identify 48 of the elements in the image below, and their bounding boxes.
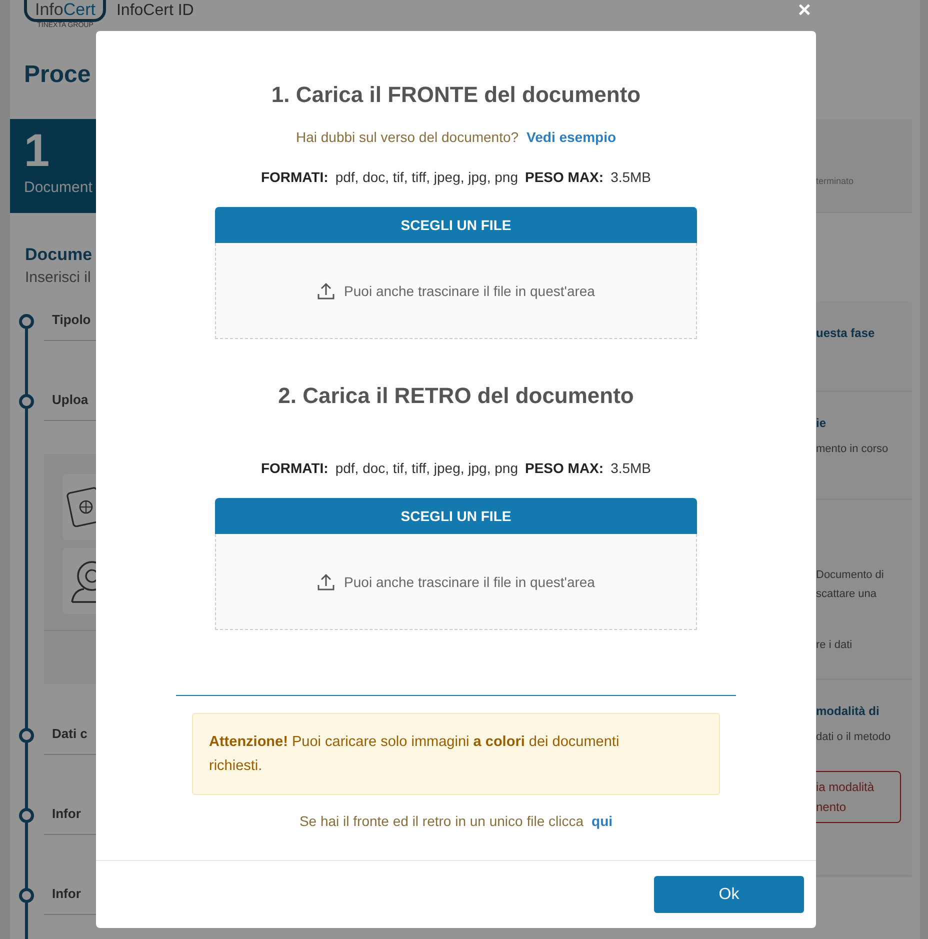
ok-button[interactable]: Ok [654,876,804,913]
section-title: Docume [24,245,94,265]
formats-label: FORMATI: [260,460,328,476]
formats-value: pdf, doc, tif, tiff, jpeg, jpg, png [335,460,518,476]
warning-text: Attenzione! Puoi caricare solo immagini a colori dei documenti richiesti. [209,734,620,774]
app-title: InfoCert ID [116,2,194,20]
panel-title: modalità di [816,704,880,718]
logo-wordmark: InfoCert [24,0,106,22]
panel-text: mento in corso [816,442,890,457]
panel-text: dati o il metodo [816,730,892,745]
choose-file-button[interactable]: SCEGLI UN FILE [215,207,697,243]
size-value: 3.5MB [610,460,652,476]
dialog-title: 1. Carica il FRONTE del documento [271,81,641,109]
section-subtitle: Inserisci il [24,269,92,286]
passport-tile[interactable] [63,474,96,540]
panel-title: uesta fase [816,326,876,340]
hint-text: Hai dubbi sul verso del documento? [296,129,519,145]
size-value: 3.5MB [610,169,652,185]
drop-hint: Puoi anche trascinare il file in quest'area [344,282,595,298]
step-label: terminato [816,176,854,186]
upload-icon [317,572,336,590]
panel-text: Documento di [816,568,885,583]
timeline-label: Dati c [52,726,88,741]
step-tab[interactable]: 1 Document [10,119,96,213]
formats-label: FORMATI: [260,169,328,185]
upload-icon [317,282,336,300]
drop-zone[interactable]: Puoi anche trascinare il file in quest'area [215,534,697,630]
drop-hint: Puoi anche trascinare il file in quest'area [344,574,595,590]
size-label: PESO MAX: [524,460,604,476]
drop-zone[interactable]: Puoi anche trascinare il file in quest'area [215,243,697,339]
example-link[interactable]: Vedi esempio [526,129,616,145]
timeline-label: Infor [52,886,81,901]
timeline-label: Infor [52,806,81,821]
page-heading: Proce [23,60,92,90]
panel-title: ie [816,416,828,430]
here-link[interactable]: qui [592,813,613,829]
passport-icon [66,487,96,527]
size-label: PESO MAX: [524,169,604,185]
timeline-label: Tipolo [52,312,91,327]
webcam-tile[interactable] [63,548,96,614]
close-icon[interactable]: × [798,0,811,22]
panel-text: re i dati [816,638,854,653]
panel-text: scattare una [816,587,878,602]
dialog-title: 2. Carica il RETRO del documento [278,382,634,410]
choose-file-button[interactable]: SCEGLI UN FILE [215,498,697,534]
footer-text: Se hai il fronte ed il retro in un unico file clicca [299,813,584,829]
formats-value: pdf, doc, tif, tiff, jpeg, jpg, png [335,169,518,185]
timeline-label: Uploa [52,392,88,407]
